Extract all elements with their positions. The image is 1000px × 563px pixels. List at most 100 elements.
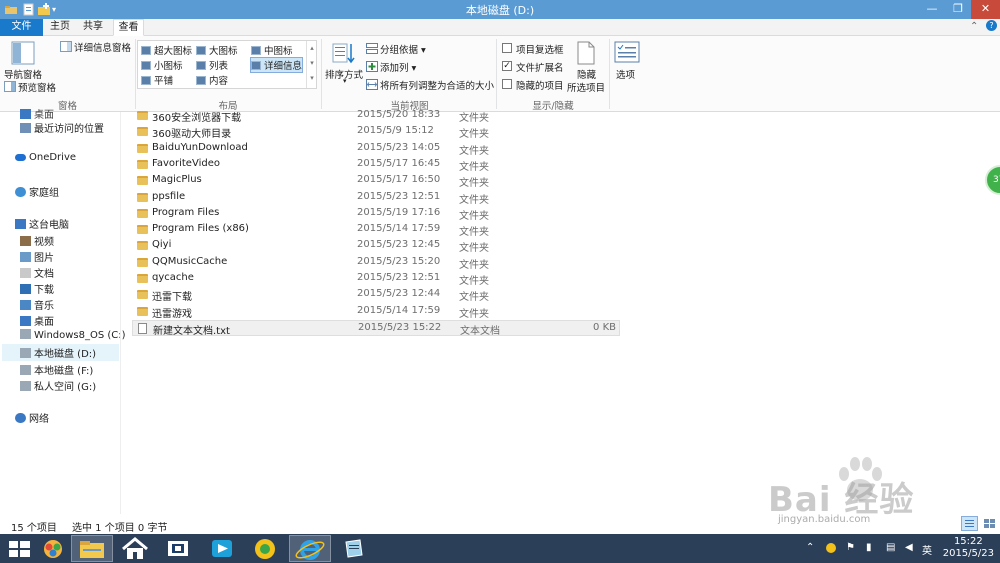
nav-item-drive-d[interactable]: 本地磁盘 (D:): [2, 344, 119, 361]
home-icon[interactable]: [115, 535, 155, 562]
layout-list[interactable]: 列表: [196, 58, 228, 72]
help-icon[interactable]: ?: [986, 20, 997, 31]
layout-extra-large-icons[interactable]: 超大图标: [141, 43, 192, 57]
options-button[interactable]: 选项: [616, 67, 635, 81]
file-row[interactable]: QQMusicCache 2015/5/23 15:20 文件夹: [132, 255, 620, 271]
tray-action-center-icon[interactable]: ⚑: [846, 542, 855, 553]
file-name: BaiduYunDownload: [152, 142, 248, 153]
preview-pane-button[interactable]: 预览窗格: [18, 80, 56, 94]
layout-content[interactable]: 内容: [196, 73, 228, 87]
layout-details[interactable]: 详细信息: [250, 57, 304, 73]
file-row[interactable]: Program Files 2015/5/19 17:16 文件夹: [132, 206, 620, 222]
clock-time: 15:22: [953, 536, 983, 547]
file-date-modified: 2015/5/23 12:45: [357, 239, 441, 250]
add-columns-button[interactable]: 添加列 ▾: [380, 60, 416, 74]
layout-gallery: 超大图标 大图标 中图标 小图标 列表 详细信息 平铺 内容 ▴ ▾ ▾: [137, 40, 317, 89]
browser-360-icon[interactable]: [245, 535, 285, 562]
media-player-icon[interactable]: [158, 535, 198, 562]
nav-item-desktop-partial[interactable]: 桌面: [20, 106, 54, 121]
tray-360-icon[interactable]: [826, 543, 836, 553]
system-clock[interactable]: 15:22 2015/5/23: [943, 536, 994, 560]
file-row[interactable]: 新建文本文档.txt 2015/5/23 15:22 文本文档 0 KB: [132, 320, 620, 337]
notepad-icon[interactable]: [334, 535, 374, 562]
file-row[interactable]: 360驱动大师目录 2015/5/9 15:12 文件夹: [132, 124, 620, 140]
nav-item-drive-g[interactable]: 私人空间 (G:): [20, 378, 96, 393]
file-row[interactable]: qycache 2015/5/23 12:51 文件夹: [132, 271, 620, 287]
sort-by-icon[interactable]: [331, 41, 355, 68]
folder-icon: [137, 307, 148, 316]
layout-tiles[interactable]: 平铺: [141, 73, 173, 87]
expand-ribbon-icon[interactable]: ⌃: [970, 21, 978, 32]
file-date-modified: 2015/5/23 12:51: [357, 191, 441, 202]
tencent-video-icon[interactable]: [202, 535, 242, 562]
file-type: 文件夹: [459, 227, 489, 238]
hide-selected-button[interactable]: 隐藏: [577, 67, 596, 81]
app-360-icon[interactable]: [33, 535, 73, 562]
tray-expand-icon[interactable]: ⌃: [806, 542, 814, 553]
file-row[interactable]: ppsfile 2015/5/23 12:51 文件夹: [132, 190, 620, 206]
file-row[interactable]: MagicPlus 2015/5/17 16:50 文件夹: [132, 173, 620, 189]
options-icon[interactable]: [614, 41, 640, 66]
size-all-columns-button[interactable]: 将所有列调整为合适的大小: [380, 78, 494, 92]
ime-indicator[interactable]: 英: [922, 542, 932, 557]
details-pane-icon: [60, 41, 72, 55]
nav-item-downloads[interactable]: 下载: [20, 281, 54, 296]
internet-explorer-icon[interactable]: [289, 535, 331, 562]
file-row[interactable]: BaiduYunDownload 2015/5/23 14:05 文件夹: [132, 141, 620, 157]
file-date-modified: 2015/5/23 12:44: [357, 288, 441, 299]
file-name: 360驱动大师目录: [152, 129, 232, 140]
nav-item-pictures[interactable]: 图片: [20, 249, 54, 264]
folder-icon: [137, 160, 148, 169]
navigation-pane-button[interactable]: 导航窗格: [4, 67, 42, 81]
nav-item-drive-c[interactable]: Windows8_OS (C:): [20, 329, 126, 341]
restore-button[interactable]: ❐: [945, 0, 971, 19]
file-date-modified: 2015/5/17 16:45: [357, 158, 441, 169]
floating-widget-badge[interactable]: 37: [985, 165, 1000, 195]
file-row[interactable]: Program Files (x86) 2015/5/14 17:59 文件夹: [132, 222, 620, 238]
nav-item-network[interactable]: 网络: [15, 410, 49, 425]
group-by-button[interactable]: 分组依据 ▾: [380, 42, 426, 56]
ribbon: 导航窗格 预览窗格 详细信息窗格 窗格 超大图标 大图标 中图标 小图标 列表 …: [0, 36, 1000, 112]
file-row[interactable]: FavoriteVideo 2015/5/17 16:45 文件夹: [132, 157, 620, 173]
nav-item-documents[interactable]: 文档: [20, 265, 54, 280]
file-extensions-checkbox[interactable]: ✓: [502, 61, 512, 71]
hidden-items-checkbox[interactable]: [502, 79, 512, 89]
file-type: 文件夹: [459, 276, 489, 287]
tray-volume-icon[interactable]: ◀: [905, 542, 913, 553]
item-checkboxes-checkbox[interactable]: [502, 43, 512, 53]
file-row[interactable]: 迅雷下载 2015/5/23 12:44 文件夹: [132, 287, 620, 303]
file-row[interactable]: 迅雷游戏 2015/5/14 17:59 文件夹: [132, 304, 620, 320]
navigation-pane: 桌面 最近访问的位置 OneDrive 家庭组 这台电脑 视频 图片 文档 下载…: [0, 109, 126, 514]
close-button[interactable]: ✕: [971, 0, 1000, 19]
nav-item-videos[interactable]: 视频: [20, 233, 54, 248]
nav-item-desktop[interactable]: 桌面: [20, 313, 54, 328]
nav-item-onedrive[interactable]: OneDrive: [15, 152, 76, 163]
hide-selected-icon[interactable]: [576, 41, 596, 68]
navigation-pane-icon[interactable]: [11, 41, 35, 68]
tray-network-icon[interactable]: ▤: [886, 542, 895, 553]
tab-home[interactable]: 主页: [45, 19, 75, 36]
details-pane-button[interactable]: 详细信息窗格: [74, 40, 131, 54]
layout-medium-icons[interactable]: 中图标: [251, 43, 293, 57]
layout-small-icons[interactable]: 小图标: [141, 58, 183, 72]
tab-share[interactable]: 共享: [78, 19, 108, 36]
file-name: ppsfile: [152, 191, 186, 202]
gallery-scroll[interactable]: ▴ ▾ ▾: [306, 41, 317, 88]
nav-item-this-pc[interactable]: 这台电脑: [15, 216, 69, 231]
file-explorer-taskbar-icon[interactable]: [71, 535, 113, 562]
folder-icon: [137, 144, 148, 153]
minimize-button[interactable]: —: [919, 0, 945, 19]
tray-signal-icon[interactable]: ▮: [866, 542, 872, 553]
nav-item-homegroup[interactable]: 家庭组: [15, 184, 59, 199]
nav-item-music[interactable]: 音乐: [20, 297, 54, 312]
file-row[interactable]: Qiyi 2015/5/23 12:45 文件夹: [132, 238, 620, 254]
tab-view[interactable]: 查看: [113, 19, 144, 36]
nav-item-drive-f[interactable]: 本地磁盘 (F:): [20, 362, 93, 377]
pane-splitter[interactable]: [120, 112, 121, 514]
group-separator: [135, 39, 136, 109]
layout-large-icons[interactable]: 大图标: [196, 43, 238, 57]
tab-file[interactable]: 文件: [0, 19, 43, 36]
nav-item-recent-places[interactable]: 最近访问的位置: [20, 120, 104, 135]
size-columns-icon: [366, 79, 378, 93]
file-row[interactable]: 360安全浏览器下载 2015/5/20 18:33 文件夹: [132, 108, 620, 124]
